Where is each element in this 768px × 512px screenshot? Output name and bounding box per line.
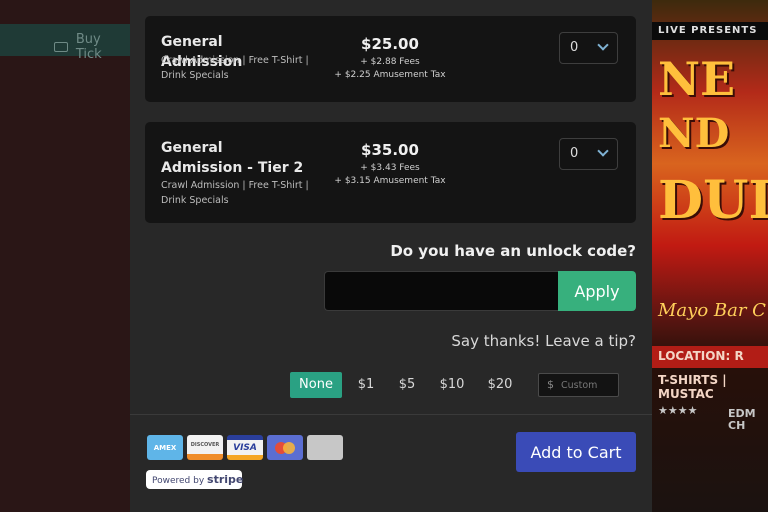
ticket-fees: + $3.43 Fees (360, 163, 420, 173)
tip-option-5[interactable]: $5 (392, 372, 422, 398)
stripe-logo: stripe (207, 473, 244, 486)
quantity-value: 0 (570, 146, 579, 161)
stripe-prefix: Powered by (152, 476, 205, 486)
tip-question: Say thanks! Leave a tip? (451, 332, 636, 350)
unlock-code-question: Do you have an unlock code? (390, 242, 636, 260)
poster-art: ND (658, 110, 730, 157)
payment-cards: AMEX DISCOVER VISA (147, 435, 343, 460)
ticket-price-block: $25.00 + $2.88 Fees + $2.25 Amusement Ta… (330, 35, 450, 82)
tip-option-none[interactable]: None (290, 372, 342, 398)
discover-card-label: DISCOVER (190, 441, 220, 448)
mastercard-yellow-circle (283, 441, 295, 454)
background-buy-tickets-link: Buy Tick (54, 32, 130, 62)
custom-tip-field[interactable]: $ (538, 373, 619, 397)
background-buy-tickets-label: Buy Tick (75, 32, 102, 62)
discover-card-icon: DISCOVER (187, 435, 223, 460)
generic-card-icon (307, 435, 343, 460)
poster-script-text: Mayo Bar C (658, 300, 766, 321)
add-to-cart-button[interactable]: Add to Cart (516, 432, 636, 472)
poster-items: T-SHIRTS | MUSTAC (658, 373, 727, 401)
ticket-icon (54, 42, 68, 52)
ticket-tax: + $3.15 Amusement Tax (334, 176, 446, 186)
poster-art: NE (658, 52, 736, 106)
tip-option-20[interactable]: $20 (483, 372, 517, 398)
powered-by-stripe-badge[interactable]: Powered by stripe (146, 470, 244, 489)
tip-option-1[interactable]: $1 (352, 372, 380, 398)
ticket-price-block: $35.00 + $3.43 Fees + $3.15 Amusement Ta… (330, 141, 450, 188)
poster-location: LOCATION: R (652, 346, 768, 368)
amex-card-icon: AMEX (147, 435, 183, 460)
quantity-value: 0 (570, 40, 579, 55)
unlock-code-input[interactable] (324, 271, 559, 311)
ticket-description: Crawl Admission | Free T-Shirt | Drink S… (161, 180, 309, 206)
quantity-select[interactable]: 0 (559, 32, 618, 64)
ticket-price: $25.00 (361, 35, 419, 53)
quantity-select[interactable]: 0 (559, 138, 618, 170)
tip-option-10[interactable]: $10 (435, 372, 469, 398)
ticket-price: $35.00 (361, 141, 419, 159)
apply-button[interactable]: Apply (558, 271, 636, 311)
ticket-description: Crawl Admission | Free T-Shirt | Drink S… (161, 55, 309, 81)
chevron-down-icon (597, 145, 609, 157)
poster-header: LIVE PRESENTS (652, 22, 768, 40)
background-page-left: Buy Tick (0, 0, 130, 512)
ticket-name: General Admission - Tier 2 (161, 140, 304, 176)
ticket-card: General Admission - Tier 2 Crawl Admissi… (145, 122, 636, 223)
ticket-card: General Admission Crawl Admission | Free… (145, 16, 636, 102)
ticket-fees: + $2.88 Fees (360, 57, 420, 67)
poster-art: DUL (658, 170, 768, 231)
chevron-down-icon (597, 39, 609, 51)
visa-card-icon: VISA (227, 435, 263, 460)
poster-edm: EDM CH (728, 407, 756, 432)
mastercard-circles (275, 441, 295, 454)
ticket-modal: General Admission Crawl Admission | Free… (130, 0, 652, 512)
dollar-icon: $ (547, 378, 554, 391)
footer-divider (130, 414, 652, 415)
custom-tip-input[interactable] (561, 377, 616, 393)
poster-stars: ★★★★ (658, 404, 698, 417)
background-event-poster: LIVE PRESENTS NE ND DUL Mayo Bar C LOCAT… (652, 0, 768, 512)
mastercard-card-icon (267, 435, 303, 460)
ticket-tax: + $2.25 Amusement Tax (334, 70, 446, 80)
